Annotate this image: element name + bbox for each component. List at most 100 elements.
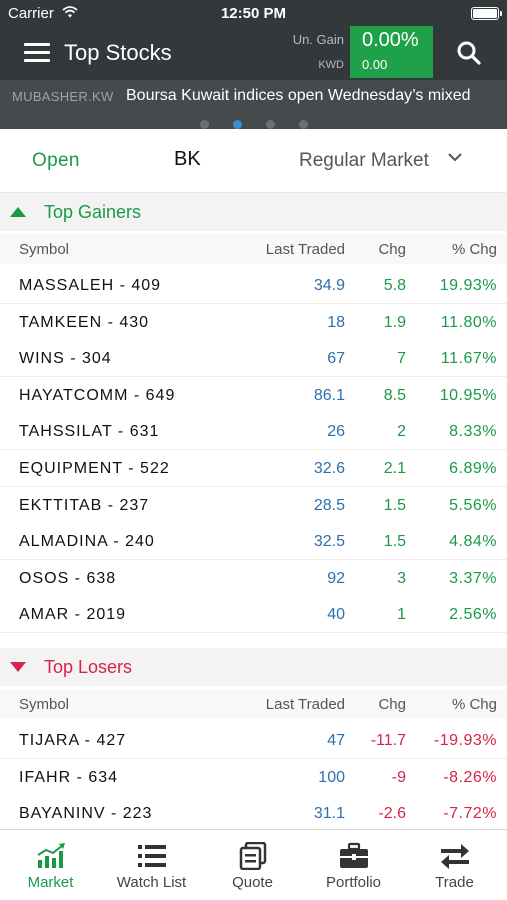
losers-column-header: Symbol Last Traded Chg % Chg [0, 689, 507, 719]
last-traded-price: 18 [327, 313, 345, 331]
stock-symbol: MASSALEH - 409 [19, 277, 162, 294]
triangle-down-icon [10, 662, 26, 672]
last-traded-price: 31.1 [313, 805, 345, 823]
last-traded-price: 32.5 [313, 533, 345, 551]
stock-row[interactable]: IFAHR - 634 100 -9 -8.26% [0, 758, 507, 796]
page-dot [199, 120, 209, 129]
stock-symbol: TAMKEEN - 430 [19, 313, 150, 331]
price-change: 8.5 [383, 386, 406, 404]
stock-row[interactable]: MASSALEH - 409 34.9 5.8 19.93% [0, 267, 507, 304]
price-change: -2.6 [378, 805, 406, 823]
currency-label: KWD [318, 59, 344, 71]
stock-row[interactable]: WINS - 304 67 7 11.67% [0, 340, 507, 378]
stock-row[interactable]: EQUIPMENT - 522 32.6 2.1 6.89% [0, 450, 507, 487]
price-change: -9 [391, 768, 406, 786]
stock-row[interactable]: AMAR - 2019 40 1 2.56% [0, 596, 507, 634]
price-change: 2.1 [383, 460, 406, 477]
price-change: 5.8 [383, 277, 406, 294]
percent-change: -19.93% [433, 732, 497, 749]
last-traded-price: 67 [327, 350, 345, 368]
top-losers-header[interactable]: Top Losers [0, 648, 507, 686]
stock-row[interactable]: TAHSSILAT - 631 26 2 8.33% [0, 413, 507, 451]
chevron-down-icon[interactable] [447, 151, 463, 163]
triangle-up-icon [10, 207, 26, 217]
price-change: 3 [397, 569, 406, 587]
market-type-dropdown[interactable]: Regular Market [299, 150, 429, 172]
quote-icon [239, 842, 267, 870]
stock-symbol: WINS - 304 [19, 350, 112, 368]
exchange-selector[interactable]: BK [174, 148, 201, 171]
stock-row[interactable]: BAYANINV - 223 31.1 -2.6 -7.72% [0, 795, 507, 833]
col-symbol: Symbol [19, 241, 70, 258]
stock-symbol: ALMADINA - 240 [19, 533, 155, 551]
market-status: Open [32, 150, 80, 171]
page-dot-active [232, 120, 242, 129]
stock-row[interactable]: OSOS - 638 92 3 3.37% [0, 559, 507, 597]
percent-change: 10.95% [439, 386, 497, 404]
percent-change: 2.56% [449, 606, 497, 624]
stock-symbol: TIJARA - 427 [19, 732, 127, 749]
news-ticker[interactable]: MUBASHER.KW Boursa Kuwait indices open W… [0, 80, 507, 129]
last-traded-price: 26 [327, 423, 345, 441]
tab-trade[interactable]: Trade [404, 830, 505, 900]
stock-row[interactable]: HAYATCOMM - 649 86.1 8.5 10.95% [0, 376, 507, 414]
unrealized-gain-box[interactable]: 0.00% 0.00 [350, 26, 433, 78]
col-last-traded: Last Traded [265, 241, 345, 258]
tab-label: Market [27, 874, 74, 891]
col-last-traded: Last Traded [265, 696, 345, 713]
top-gainers-header[interactable]: Top Gainers [0, 193, 507, 231]
stock-row[interactable]: TIJARA - 427 47 -11.7 -19.93% [0, 722, 507, 759]
tab-label: Watch List [116, 874, 187, 891]
gain-value: 0.00 [362, 57, 388, 72]
percent-change: 19.93% [439, 277, 497, 294]
col-percent-change: % Chg [451, 696, 497, 713]
col-symbol: Symbol [19, 696, 70, 713]
last-traded-price: 92 [327, 569, 345, 587]
price-change: 1.9 [383, 313, 406, 331]
news-headline[interactable]: Boursa Kuwait indices open Wednesday’s m… [126, 87, 471, 105]
percent-change: 5.56% [449, 496, 497, 514]
last-traded-price: 40 [327, 606, 345, 624]
col-change: Chg [378, 696, 406, 713]
ticker-page-indicator [0, 116, 507, 129]
percent-change: 8.33% [449, 423, 497, 441]
search-icon[interactable] [456, 40, 482, 66]
tab-quote[interactable]: Quote [202, 830, 303, 900]
stock-row[interactable]: TAMKEEN - 430 18 1.9 11.80% [0, 303, 507, 341]
last-traded-price: 34.9 [313, 277, 345, 294]
app-header: Top Stocks Un. Gain KWD 0.00% 0.00 [0, 26, 507, 80]
page-title: Top Stocks [64, 40, 172, 65]
price-change: 1.5 [383, 533, 406, 551]
stock-symbol: AMAR - 2019 [19, 606, 127, 624]
col-change: Chg [378, 241, 406, 258]
tab-market[interactable]: Market [0, 830, 101, 900]
tab-label: Trade [435, 874, 474, 891]
percent-change: 4.84% [449, 533, 497, 551]
percent-change: -7.72% [443, 805, 497, 823]
tab-portfolio[interactable]: Portfolio [303, 830, 404, 900]
percent-change: -8.26% [443, 768, 497, 786]
stock-row[interactable]: EKTTITAB - 237 28.5 1.5 5.56% [0, 486, 507, 524]
gain-percent: 0.00% [362, 29, 419, 51]
stock-symbol: BAYANINV - 223 [19, 805, 153, 823]
percent-change: 11.80% [440, 313, 497, 331]
swap-arrows-icon [441, 844, 469, 869]
briefcase-icon [340, 842, 368, 868]
battery-icon [471, 7, 502, 20]
list-icon [138, 845, 166, 867]
price-change: 2 [397, 423, 406, 441]
last-traded-price: 32.6 [313, 460, 345, 477]
price-change: 1 [397, 606, 406, 624]
hamburger-menu-icon[interactable] [24, 43, 50, 63]
stock-symbol: EQUIPMENT - 522 [19, 460, 170, 477]
status-bar: Carrier 12:50 PM [0, 0, 507, 26]
tab-watchlist[interactable]: Watch List [101, 830, 202, 900]
percent-change: 11.67% [440, 350, 497, 368]
top-gainers-title: Top Gainers [44, 202, 142, 222]
price-change: -11.7 [370, 732, 406, 749]
bottom-tab-bar: Market Watch List Quote Portfolio Trade [0, 829, 507, 900]
news-source: MUBASHER.KW [12, 89, 114, 104]
market-selector: Open BK Regular Market [0, 129, 507, 193]
stock-row[interactable]: ALMADINA - 240 32.5 1.5 4.84% [0, 523, 507, 561]
page-dot [265, 120, 275, 129]
